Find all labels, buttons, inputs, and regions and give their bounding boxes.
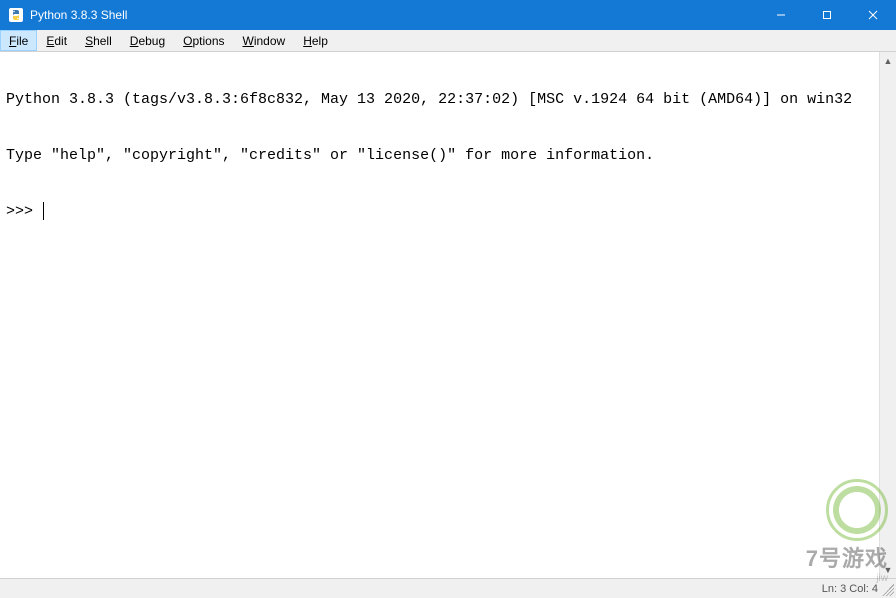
window-title: Python 3.8.3 Shell	[30, 8, 127, 22]
menu-options[interactable]: Options	[174, 30, 233, 51]
cursor-position: Ln: 3 Col: 4	[822, 583, 878, 595]
maximize-button[interactable]	[804, 0, 850, 30]
menu-edit[interactable]: Edit	[37, 30, 76, 51]
python-idle-icon	[8, 7, 24, 23]
close-button[interactable]	[850, 0, 896, 30]
scroll-track[interactable]	[880, 69, 896, 561]
statusbar: Ln: 3 Col: 4	[0, 578, 896, 598]
titlebar[interactable]: Python 3.8.3 Shell	[0, 0, 896, 30]
scroll-up-arrow-icon[interactable]: ▲	[880, 52, 896, 69]
shell-prompt: >>>	[6, 203, 42, 220]
menu-file[interactable]: File	[0, 30, 37, 51]
menu-window[interactable]: Window	[234, 30, 295, 51]
vertical-scrollbar[interactable]: ▲ ▼	[879, 52, 896, 578]
minimize-button[interactable]	[758, 0, 804, 30]
menu-shell[interactable]: Shell	[76, 30, 121, 51]
scroll-down-arrow-icon[interactable]: ▼	[880, 561, 896, 578]
resize-grip[interactable]	[882, 584, 894, 596]
window-controls	[758, 0, 896, 30]
text-cursor	[43, 202, 44, 220]
shell-banner-line-2: Type "help", "copyright", "credits" or "…	[6, 145, 890, 167]
shell-prompt-line: >>>	[6, 201, 890, 223]
menu-help[interactable]: Help	[294, 30, 337, 51]
shell-banner-line-1: Python 3.8.3 (tags/v3.8.3:6f8c832, May 1…	[6, 89, 890, 111]
shell-text-area[interactable]: Python 3.8.3 (tags/v3.8.3:6f8c832, May 1…	[0, 52, 896, 578]
menubar: File Edit Shell Debug Options Window Hel…	[0, 30, 896, 52]
menu-debug[interactable]: Debug	[121, 30, 174, 51]
